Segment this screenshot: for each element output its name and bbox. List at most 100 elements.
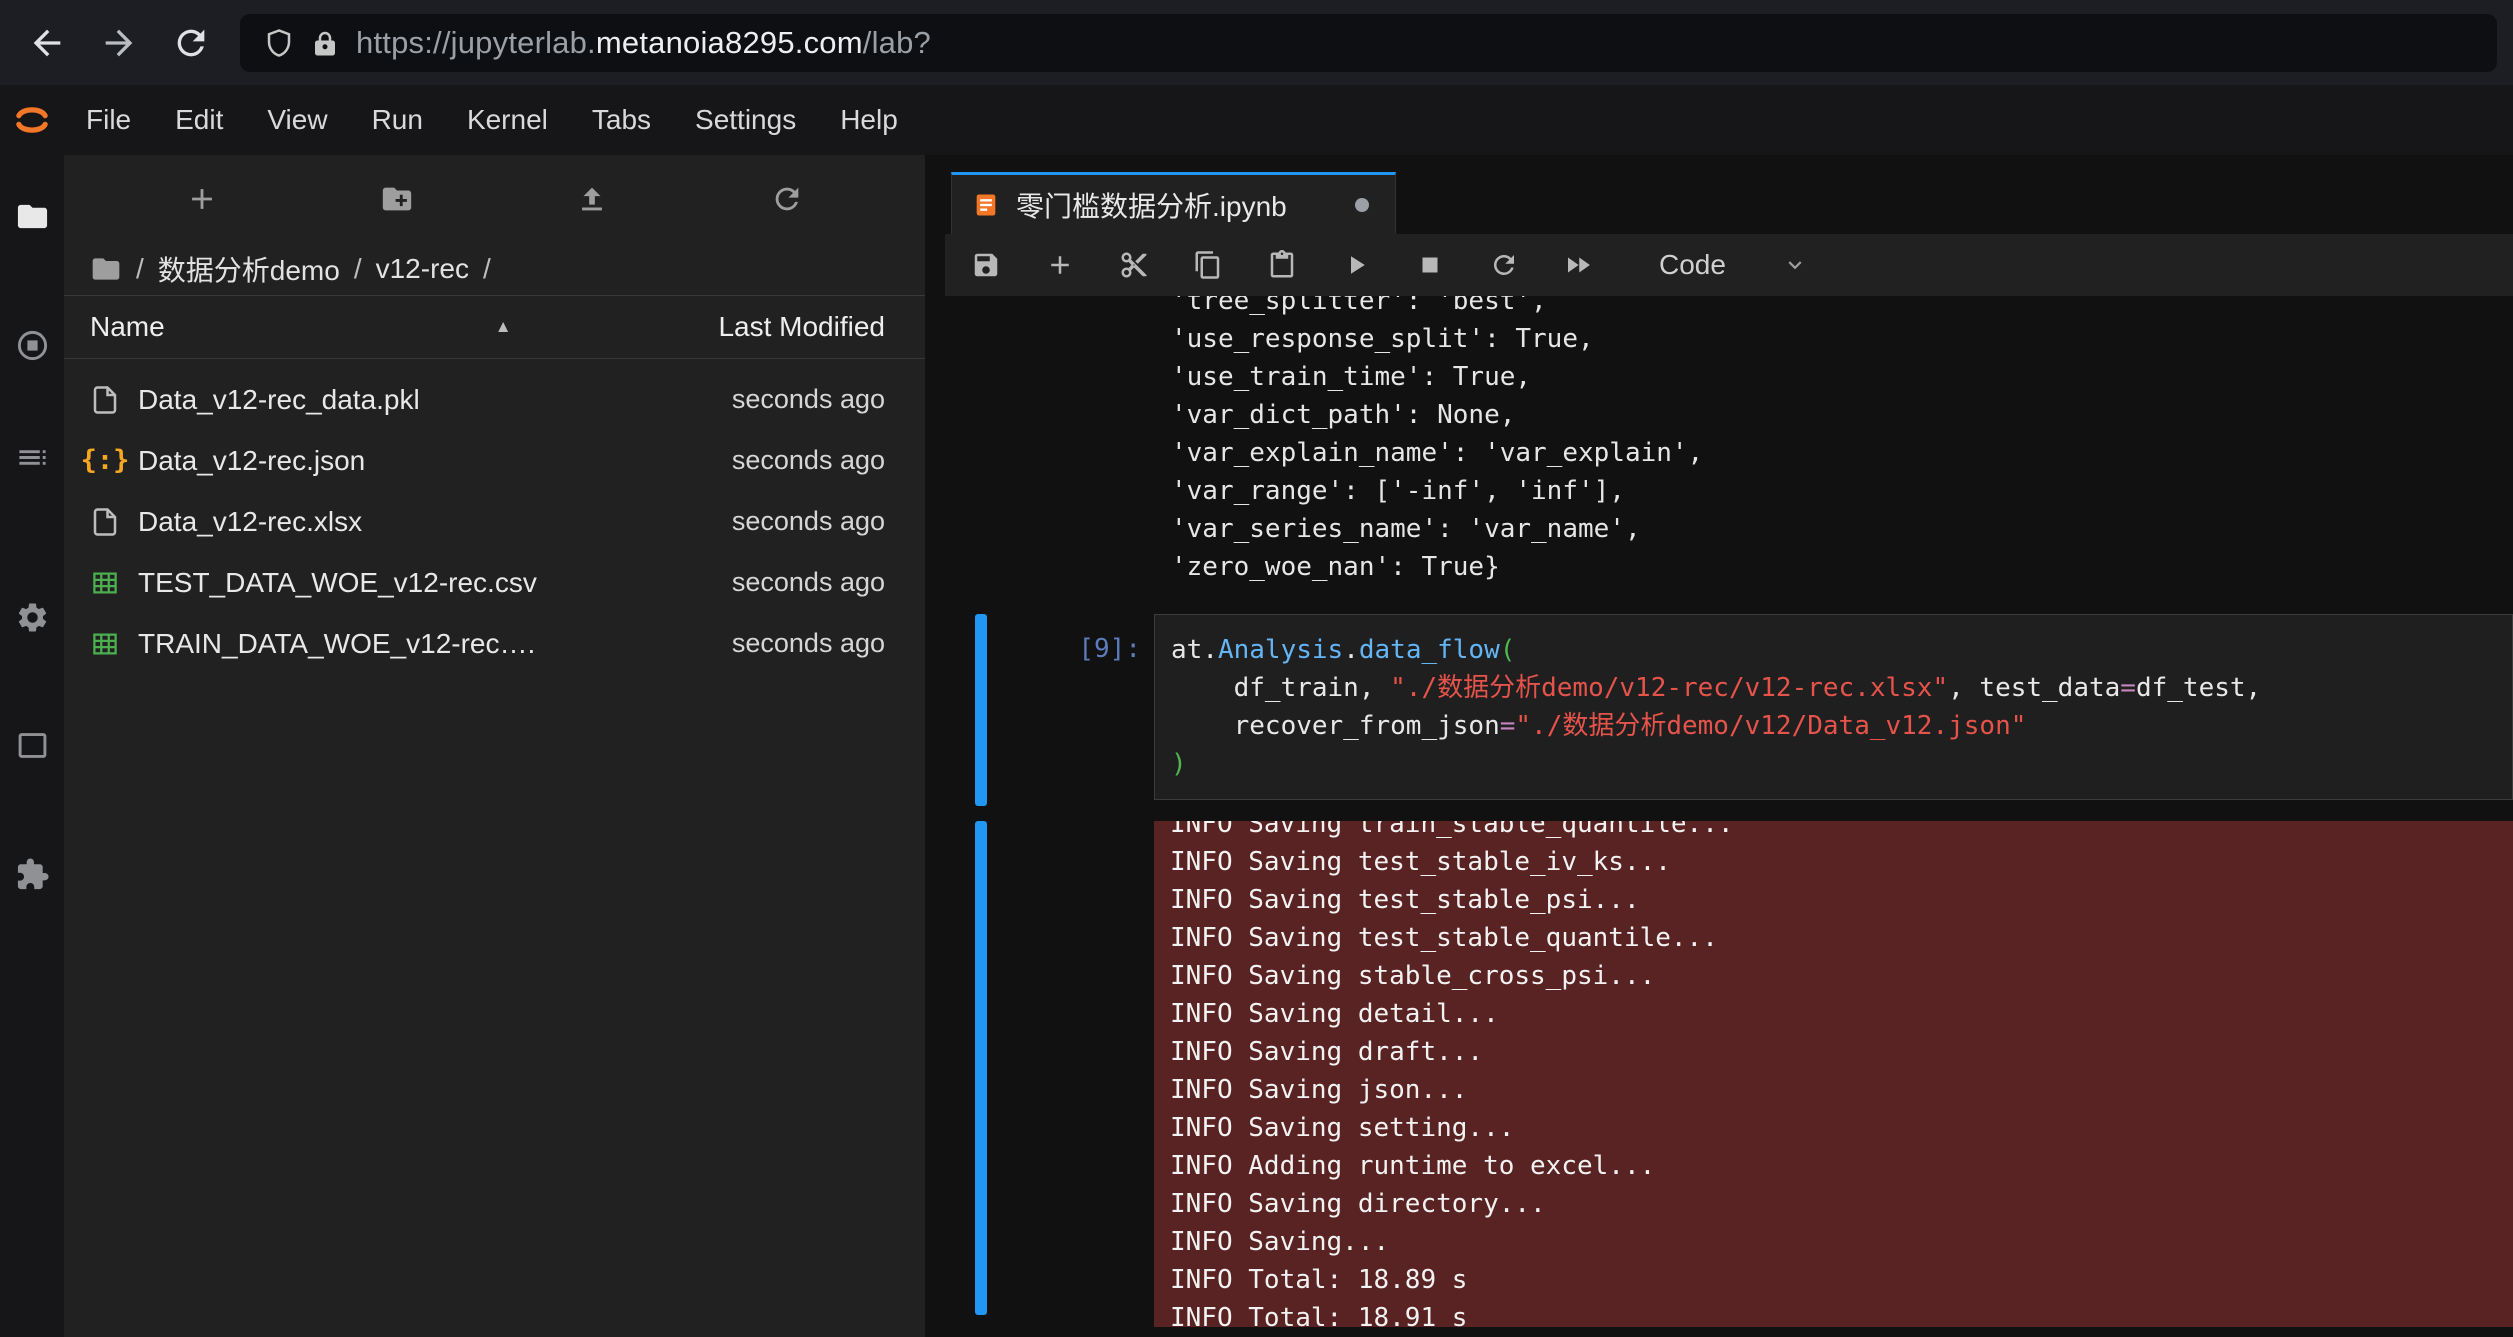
menu-item-kernel[interactable]: Kernel [445, 85, 570, 155]
file-row[interactable]: TEST_DATA_WOE_v12-rec.csv seconds ago [64, 552, 925, 613]
run-button[interactable] [1319, 237, 1393, 293]
breadcrumb-dir-2[interactable]: v12-rec [376, 253, 469, 285]
sidebar-file-browser-button[interactable] [8, 192, 56, 240]
url-suffix: /lab? [863, 25, 931, 60]
forward-button[interactable] [88, 12, 150, 74]
add-button[interactable] [1023, 237, 1097, 293]
menu-item-help[interactable]: Help [818, 85, 920, 155]
output-line: INFO Saving setting... [1170, 1109, 2497, 1147]
output-line: INFO Total: 18.91 s [1170, 1299, 2497, 1327]
cut-button[interactable] [1097, 237, 1171, 293]
copy-icon [1193, 250, 1223, 280]
file-modified: seconds ago [732, 628, 885, 659]
file-icon [90, 507, 120, 537]
sidebar-panel-button[interactable] [8, 721, 56, 769]
running-sessions-icon [15, 328, 50, 363]
output-line: INFO Saving detail... [1170, 995, 2497, 1033]
menu-item-file[interactable]: File [64, 85, 153, 155]
panel-icon [15, 728, 50, 763]
paste-button[interactable] [1245, 237, 1319, 293]
menu-items: FileEditViewRunKernelTabsSettingsHelp [64, 85, 920, 155]
url-domain: metanoia8295.com [596, 25, 863, 60]
output-line: INFO Saving directory... [1170, 1185, 2497, 1223]
file-row[interactable]: {:}Data_v12-rec.jsonseconds ago [64, 430, 925, 491]
output-line: 'use_train_time': True, [1171, 358, 1703, 396]
file-name: Data_v12-rec.json [138, 445, 714, 477]
upload-button[interactable] [564, 171, 620, 227]
jupyterlab-menu-bar: FileEditViewRunKernelTabsSettingsHelp [0, 85, 2513, 155]
back-button[interactable] [16, 12, 78, 74]
output-line: INFO Saving... [1170, 1223, 2497, 1261]
code-line: recover_from_json="./数据分析demo/v12/Data_v… [1171, 707, 2496, 745]
output-line: 'var_range': ['-inf', 'inf'], [1171, 472, 1703, 510]
column-header-name[interactable]: Name [90, 311, 165, 343]
chevron-down-icon [1782, 252, 1808, 278]
output-line: INFO Saving test_stable_quantile... [1170, 919, 2497, 957]
file-row[interactable]: Data_v12-rec_data.pkl seconds ago [64, 369, 925, 430]
refresh-button[interactable] [160, 12, 222, 74]
notebook-tab[interactable]: 零门槛数据分析.ipynb [951, 172, 1396, 234]
output-line: 'use_response_split': True, [1171, 320, 1703, 358]
breadcrumb-separator: / [354, 253, 362, 285]
shield-icon[interactable] [264, 28, 294, 58]
code-line: df_train, "./数据分析demo/v12-rec/v12-rec.xl… [1171, 669, 2496, 707]
file-name: Data_v12-rec.xlsx [138, 506, 714, 538]
app-logo [0, 85, 64, 155]
new-folder-icon [380, 182, 414, 216]
sidebar-extensions-button[interactable] [8, 850, 56, 898]
run-all-button[interactable] [1541, 237, 1615, 293]
output-collapser[interactable] [975, 821, 987, 1315]
home-folder-icon[interactable] [90, 253, 122, 285]
stop-icon [1415, 250, 1445, 280]
code-line: at.Analysis.data_flow( [1171, 631, 2496, 669]
file-browser-panel: / 数据分析demo / v12-rec / Name ▲ Last Modif… [64, 155, 925, 1337]
cell-type-dropdown[interactable]: Code [1659, 249, 1808, 281]
file-modified: seconds ago [732, 384, 885, 415]
menu-item-tabs[interactable]: Tabs [570, 85, 673, 155]
stop-button[interactable] [1393, 237, 1467, 293]
new-launcher-icon [185, 182, 219, 216]
csv-icon [90, 629, 120, 659]
file-name: Data_v12-rec_data.pkl [138, 384, 714, 416]
output-line: INFO Saving test_stable_psi... [1170, 881, 2497, 919]
new-launcher-button[interactable] [174, 171, 230, 227]
cut-icon [1119, 250, 1149, 280]
sidebar-running-sessions-button[interactable] [8, 321, 56, 369]
new-folder-button[interactable] [369, 171, 425, 227]
address-bar[interactable]: https://jupyterlab.metanoia8295.com/lab? [240, 14, 2497, 72]
back-icon [27, 23, 67, 63]
file-row[interactable]: Data_v12-rec.xlsxseconds ago [64, 491, 925, 552]
file-name: TRAIN_DATA_WOE_v12-rec…. [138, 628, 714, 660]
file-modified: seconds ago [732, 567, 885, 598]
file-name: TEST_DATA_WOE_v12-rec.csv [138, 567, 714, 599]
menu-item-run[interactable]: Run [350, 85, 445, 155]
sidebar-table-of-contents-button[interactable] [8, 433, 56, 481]
output-line: INFO Total: 18.89 s [1170, 1261, 2497, 1299]
file-row[interactable]: TRAIN_DATA_WOE_v12-rec…. seconds ago [64, 613, 925, 674]
save-button[interactable] [949, 237, 1023, 293]
restart-button[interactable] [1467, 237, 1541, 293]
breadcrumb-dir-1[interactable]: 数据分析demo [158, 249, 340, 289]
sidebar-settings-button[interactable] [8, 593, 56, 641]
jupyter-logo-icon [11, 99, 53, 141]
refresh-icon [171, 23, 211, 63]
left-sidebar [0, 155, 64, 1337]
run-icon [1341, 250, 1371, 280]
lock-icon[interactable] [310, 28, 340, 58]
output-line: INFO Saving json... [1170, 1071, 2497, 1109]
refresh-button[interactable] [759, 171, 815, 227]
column-header-modified[interactable]: Last Modified [718, 311, 885, 343]
breadcrumb-separator: / [483, 253, 491, 285]
output-line: INFO Saving stable_cross_psi... [1170, 957, 2497, 995]
output-line: 'var_dict_path': None, [1171, 396, 1703, 434]
output-line: 'var_explain_name': 'var_explain', [1171, 434, 1703, 472]
code-cell-editor[interactable]: at.Analysis.data_flow( df_train, "./数据分析… [1154, 614, 2513, 800]
menu-item-edit[interactable]: Edit [153, 85, 245, 155]
tab-dirty-indicator[interactable] [1355, 198, 1369, 212]
copy-button[interactable] [1171, 237, 1245, 293]
menu-item-settings[interactable]: Settings [673, 85, 818, 155]
file-icon [90, 385, 120, 415]
settings-icon [15, 600, 50, 635]
menu-item-view[interactable]: View [245, 85, 349, 155]
file-browser-toolbar [64, 155, 925, 243]
